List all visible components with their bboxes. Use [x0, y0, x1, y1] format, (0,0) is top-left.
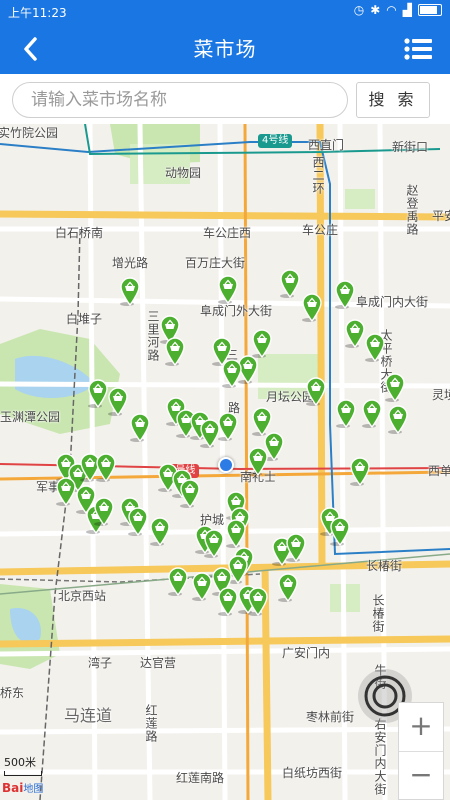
- market-basket-pin-icon[interactable]: [344, 318, 366, 349]
- list-menu-icon[interactable]: [404, 38, 432, 60]
- scale-label: 500米: [4, 756, 36, 769]
- map-label: 动物园: [165, 166, 202, 180]
- market-basket-pin-icon[interactable]: [217, 411, 239, 442]
- search-button[interactable]: 搜 索: [356, 82, 430, 118]
- app-bar: 菜市场: [0, 24, 450, 74]
- market-basket-pin-icon[interactable]: [217, 586, 239, 617]
- map-scale: 500米: [4, 754, 42, 776]
- market-basket-pin-icon[interactable]: [127, 506, 149, 537]
- market-basket-pin-icon[interactable]: [129, 412, 151, 443]
- zoom-control: + −: [398, 702, 444, 800]
- map-label: 马连道: [64, 706, 113, 725]
- map-label: 桥东: [0, 686, 25, 700]
- market-basket-pin-icon[interactable]: [387, 404, 409, 435]
- map-label: 长椿街: [366, 559, 403, 573]
- map-label: 枣林前街: [306, 710, 355, 724]
- map-label: 红莲路: [144, 704, 158, 743]
- market-basket-pin-icon[interactable]: [285, 532, 307, 563]
- map-label: 达官营: [140, 656, 177, 670]
- market-basket-pin-icon[interactable]: [107, 386, 129, 417]
- market-basket-pin-icon[interactable]: [349, 456, 371, 487]
- market-basket-pin-icon[interactable]: [247, 446, 269, 477]
- signal-icon: ▟: [402, 3, 412, 17]
- market-basket-pin-icon[interactable]: [149, 516, 171, 547]
- map-label: 阜成门内大街: [356, 295, 429, 309]
- market-basket-pin-icon[interactable]: [217, 274, 239, 305]
- market-basket-pin-icon[interactable]: [95, 452, 117, 483]
- market-basket-pin-icon[interactable]: [364, 332, 386, 363]
- market-basket-pin-icon[interactable]: [301, 292, 323, 323]
- current-location-dot: [218, 457, 234, 473]
- market-basket-pin-icon[interactable]: [55, 476, 77, 507]
- alarm-icon: ◷: [353, 3, 365, 17]
- bluetooth-icon: ✱: [370, 3, 381, 17]
- wifi-icon: ◠: [386, 3, 397, 17]
- map-label: 西单: [428, 464, 450, 478]
- page-title: 菜市场: [193, 37, 257, 61]
- baidu-logo: Bai地图: [2, 781, 44, 795]
- market-basket-pin-icon[interactable]: [361, 398, 383, 429]
- map-label: 实竹院公园: [0, 126, 59, 140]
- map-label: 车公庄: [302, 223, 339, 237]
- map-label: 白堆子: [66, 312, 103, 326]
- market-basket-pin-icon[interactable]: [334, 279, 356, 310]
- map-label: 北京西站: [58, 589, 107, 603]
- map-label: 百万庄大街: [185, 256, 246, 270]
- map-label: 增光路: [112, 256, 149, 270]
- map-label: 右安门内大街: [373, 718, 387, 796]
- map-label: 湾子: [88, 656, 113, 670]
- market-basket-pin-icon[interactable]: [93, 496, 115, 527]
- status-bar: 上午11:23 ◷ ✱ ◠ ▟: [0, 0, 450, 24]
- map-label: 西直门: [308, 138, 345, 152]
- market-basket-pin-icon[interactable]: [179, 478, 201, 509]
- status-time: 上午11:23: [8, 6, 67, 20]
- market-basket-pin-icon[interactable]: [305, 376, 327, 407]
- market-basket-pin-icon[interactable]: [167, 566, 189, 597]
- market-basket-pin-icon[interactable]: [279, 268, 301, 299]
- map-view[interactable]: 4号线 1号线 实竹院公园 西直门 西二环 新街口 赵登禹路 动物园 白石桥南 …: [0, 124, 450, 800]
- market-basket-pin-icon[interactable]: [87, 378, 109, 409]
- map-label: 西二环: [311, 156, 325, 195]
- line-4-tag: 4号线: [258, 134, 293, 148]
- battery-icon: [418, 4, 442, 16]
- market-basket-pin-icon[interactable]: [221, 358, 243, 389]
- market-basket-pin-icon[interactable]: [191, 571, 213, 602]
- market-basket-pin-icon[interactable]: [329, 516, 351, 547]
- market-basket-pin-icon[interactable]: [247, 586, 269, 617]
- map-label: 白石桥南: [55, 226, 104, 240]
- market-basket-pin-icon[interactable]: [225, 518, 247, 549]
- map-label: 新街口: [392, 140, 429, 154]
- zoom-in-button[interactable]: +: [399, 703, 443, 751]
- market-basket-pin-icon[interactable]: [384, 372, 406, 403]
- map-label: 赵登禹路: [405, 184, 419, 236]
- search-bar: 搜 索: [0, 74, 450, 124]
- market-basket-pin-icon[interactable]: [119, 276, 141, 307]
- map-label: 红莲南路: [176, 771, 225, 785]
- zoom-out-button[interactable]: −: [399, 751, 443, 800]
- market-basket-pin-icon[interactable]: [335, 398, 357, 429]
- map-label: 玉渊潭公园: [0, 410, 61, 424]
- map-label: 灵境: [432, 388, 450, 402]
- map-label: 白纸坊西街: [282, 766, 343, 780]
- map-label: 车公庄西: [203, 226, 252, 240]
- map-label: 阜成门外大街: [200, 304, 273, 318]
- map-label: 长椿街: [371, 594, 385, 633]
- map-label: 广安门内: [282, 646, 331, 660]
- map-label: 平安: [432, 209, 450, 223]
- market-basket-pin-icon[interactable]: [203, 528, 225, 559]
- search-input[interactable]: [12, 82, 348, 118]
- market-basket-pin-icon[interactable]: [164, 336, 186, 367]
- market-basket-pin-icon[interactable]: [277, 572, 299, 603]
